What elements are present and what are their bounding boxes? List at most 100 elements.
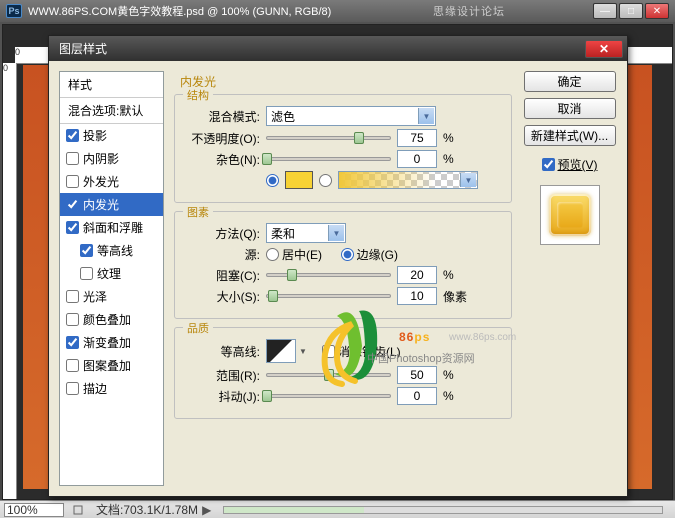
contour-label: 等高线: — [185, 343, 260, 360]
style-checkbox[interactable] — [66, 129, 79, 142]
ok-button[interactable]: 确定 — [524, 71, 616, 92]
document-title: WWW.86PS.COM黄色字效教程.psd @ 100% (GUNN, RGB… — [28, 3, 593, 19]
app-title-bar: Ps WWW.86PS.COM黄色字效教程.psd @ 100% (GUNN, … — [0, 0, 675, 22]
source-edge-radio[interactable]: 边缘(G) — [341, 246, 398, 263]
dialog-buttons: 确定 取消 新建样式(W)... 预览(V) — [522, 71, 617, 486]
zoom-input[interactable]: 100% — [4, 503, 64, 517]
opacity-slider[interactable] — [266, 136, 391, 140]
percent-unit: % — [443, 152, 469, 166]
style-label: 纹理 — [97, 265, 121, 282]
style-label: 描边 — [83, 380, 107, 397]
new-style-button[interactable]: 新建样式(W)... — [524, 125, 616, 146]
noise-input[interactable]: 0 — [397, 150, 437, 168]
hand-icon — [72, 504, 84, 516]
layer-style-dialog: 图层样式 ✕ 样式 混合选项:默认 投影内阴影外发光内发光斜面和浮雕等高线纹理光… — [48, 35, 628, 497]
elements-group: 图素 方法(Q): 柔和 ▼ 源: 居中(E) 边缘(G) 阻塞(C): — [174, 211, 512, 319]
style-row-5[interactable]: 等高线 — [60, 239, 163, 262]
style-row-11[interactable]: 描边 — [60, 377, 163, 400]
technique-label: 方法(Q): — [185, 225, 260, 242]
cancel-button[interactable]: 取消 — [524, 98, 616, 119]
jitter-input[interactable]: 0 — [397, 387, 437, 405]
style-label: 斜面和浮雕 — [83, 219, 143, 236]
style-label: 渐变叠加 — [83, 334, 131, 351]
technique-select[interactable]: 柔和 ▼ — [266, 223, 346, 243]
style-row-7[interactable]: 光泽 — [60, 285, 163, 308]
range-input[interactable]: 50 — [397, 366, 437, 384]
status-bar: 100% 文档:703.1K/1.78M ▶ — [0, 500, 675, 518]
style-row-10[interactable]: 图案叠加 — [60, 354, 163, 377]
percent-unit: % — [443, 268, 469, 282]
panel-title: 内发光 — [180, 73, 512, 90]
window-maximize-button[interactable]: □ — [619, 3, 643, 19]
style-checkbox[interactable] — [66, 336, 79, 349]
choke-input[interactable]: 20 — [397, 266, 437, 284]
opacity-input[interactable]: 75 — [397, 129, 437, 147]
style-row-8[interactable]: 颜色叠加 — [60, 308, 163, 331]
style-checkbox[interactable] — [66, 313, 79, 326]
style-row-6[interactable]: 纹理 — [60, 262, 163, 285]
style-label: 外发光 — [83, 173, 119, 190]
style-checkbox[interactable] — [66, 152, 79, 165]
noise-slider[interactable] — [266, 157, 391, 161]
style-checkbox[interactable] — [80, 267, 93, 280]
dialog-title-bar[interactable]: 图层样式 ✕ — [49, 36, 627, 61]
chevron-down-icon: ▼ — [297, 344, 309, 358]
percent-unit: % — [443, 389, 469, 403]
style-checkbox[interactable] — [66, 175, 79, 188]
structure-group: 结构 混合模式: 滤色 ▼ 不透明度(O): 75 % 杂色(N): — [174, 94, 512, 203]
style-label: 内发光 — [83, 196, 119, 213]
antialias-checkbox[interactable]: 消除锯齿(L) — [322, 343, 401, 360]
opacity-label: 不透明度(O): — [185, 130, 260, 147]
chevron-down-icon: ▼ — [328, 225, 344, 241]
style-checkbox[interactable] — [66, 382, 79, 395]
quality-group: 品质 等高线: ▼ 消除锯齿(L) 范围(R): 50 % 抖动(J): 0 — [174, 327, 512, 419]
ps-app-icon: Ps — [6, 4, 22, 18]
source-center-radio[interactable]: 居中(E) — [266, 246, 322, 263]
scratch-disk-bar — [223, 506, 663, 514]
style-label: 投影 — [83, 127, 107, 144]
style-row-9[interactable]: 渐变叠加 — [60, 331, 163, 354]
style-row-3[interactable]: 内发光 — [60, 193, 163, 216]
quality-legend: 品质 — [183, 320, 213, 336]
style-checkbox[interactable] — [80, 244, 93, 257]
glow-color-swatch[interactable] — [285, 171, 313, 189]
structure-legend: 结构 — [183, 87, 213, 103]
range-label: 范围(R): — [185, 367, 260, 384]
style-label: 光泽 — [83, 288, 107, 305]
style-row-4[interactable]: 斜面和浮雕 — [60, 216, 163, 239]
vertical-ruler: 0 — [3, 63, 17, 499]
color-solid-radio[interactable] — [266, 174, 279, 187]
style-row-0[interactable]: 投影 — [60, 124, 163, 147]
style-row-2[interactable]: 外发光 — [60, 170, 163, 193]
chevron-down-icon: ▼ — [460, 173, 476, 187]
preview-box — [540, 185, 600, 245]
jitter-slider[interactable] — [266, 394, 391, 398]
dialog-close-button[interactable]: ✕ — [585, 40, 623, 58]
info-arrow-icon[interactable]: ▶ — [198, 503, 215, 517]
document-size-info: 文档:703.1K/1.78M — [96, 501, 198, 518]
contour-picker[interactable]: ▼ — [266, 339, 296, 363]
styles-header[interactable]: 样式 — [60, 72, 163, 98]
size-input[interactable]: 10 — [397, 287, 437, 305]
preview-checkbox[interactable]: 预览(V) — [542, 156, 598, 173]
blending-options-row[interactable]: 混合选项:默认 — [60, 98, 163, 124]
style-checkbox[interactable] — [66, 359, 79, 372]
range-slider[interactable] — [266, 373, 391, 377]
window-minimize-button[interactable]: — — [593, 3, 617, 19]
style-checkbox[interactable] — [66, 290, 79, 303]
choke-slider[interactable] — [266, 273, 391, 277]
style-checkbox[interactable] — [66, 221, 79, 234]
size-label: 大小(S): — [185, 288, 260, 305]
forum-watermark: 思缘设计论坛 — [433, 3, 505, 19]
percent-unit: % — [443, 368, 469, 382]
size-slider[interactable] — [266, 294, 391, 298]
style-checkbox[interactable] — [66, 198, 79, 211]
window-close-button[interactable]: ✕ — [645, 3, 669, 19]
glow-gradient-picker[interactable]: ▼ — [338, 171, 478, 189]
color-gradient-radio[interactable] — [319, 174, 332, 187]
blend-mode-select[interactable]: 滤色 ▼ — [266, 106, 436, 126]
style-row-1[interactable]: 内阴影 — [60, 147, 163, 170]
preview-swatch — [549, 194, 591, 236]
blend-mode-label: 混合模式: — [185, 108, 260, 125]
elements-legend: 图素 — [183, 204, 213, 220]
